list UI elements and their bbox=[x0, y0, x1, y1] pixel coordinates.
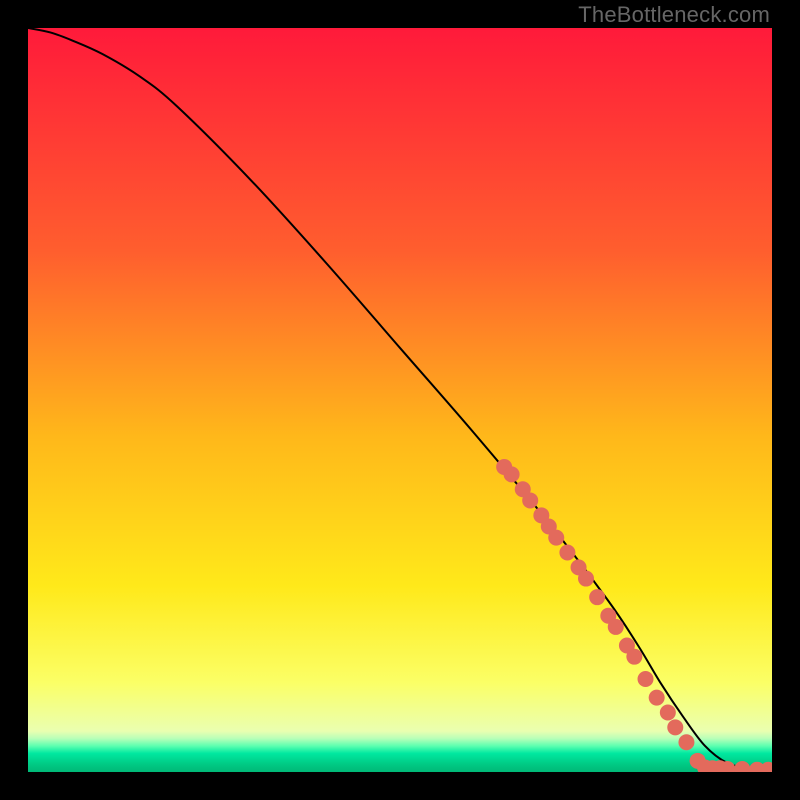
data-point bbox=[578, 571, 594, 587]
data-point bbox=[660, 704, 676, 720]
data-point bbox=[548, 530, 564, 546]
data-point bbox=[626, 649, 642, 665]
chart-frame: TheBottleneck.com bbox=[0, 0, 800, 800]
data-point bbox=[638, 671, 654, 687]
data-point bbox=[608, 619, 624, 635]
data-point bbox=[678, 734, 694, 750]
data-point bbox=[667, 719, 683, 735]
data-point bbox=[649, 690, 665, 706]
data-point bbox=[589, 589, 605, 605]
data-point bbox=[522, 492, 538, 508]
data-point bbox=[559, 545, 575, 561]
gradient-background bbox=[28, 28, 772, 772]
chart-plot-area bbox=[28, 28, 772, 772]
data-point bbox=[504, 466, 520, 482]
watermark-text: TheBottleneck.com bbox=[578, 2, 770, 28]
chart-svg bbox=[28, 28, 772, 772]
